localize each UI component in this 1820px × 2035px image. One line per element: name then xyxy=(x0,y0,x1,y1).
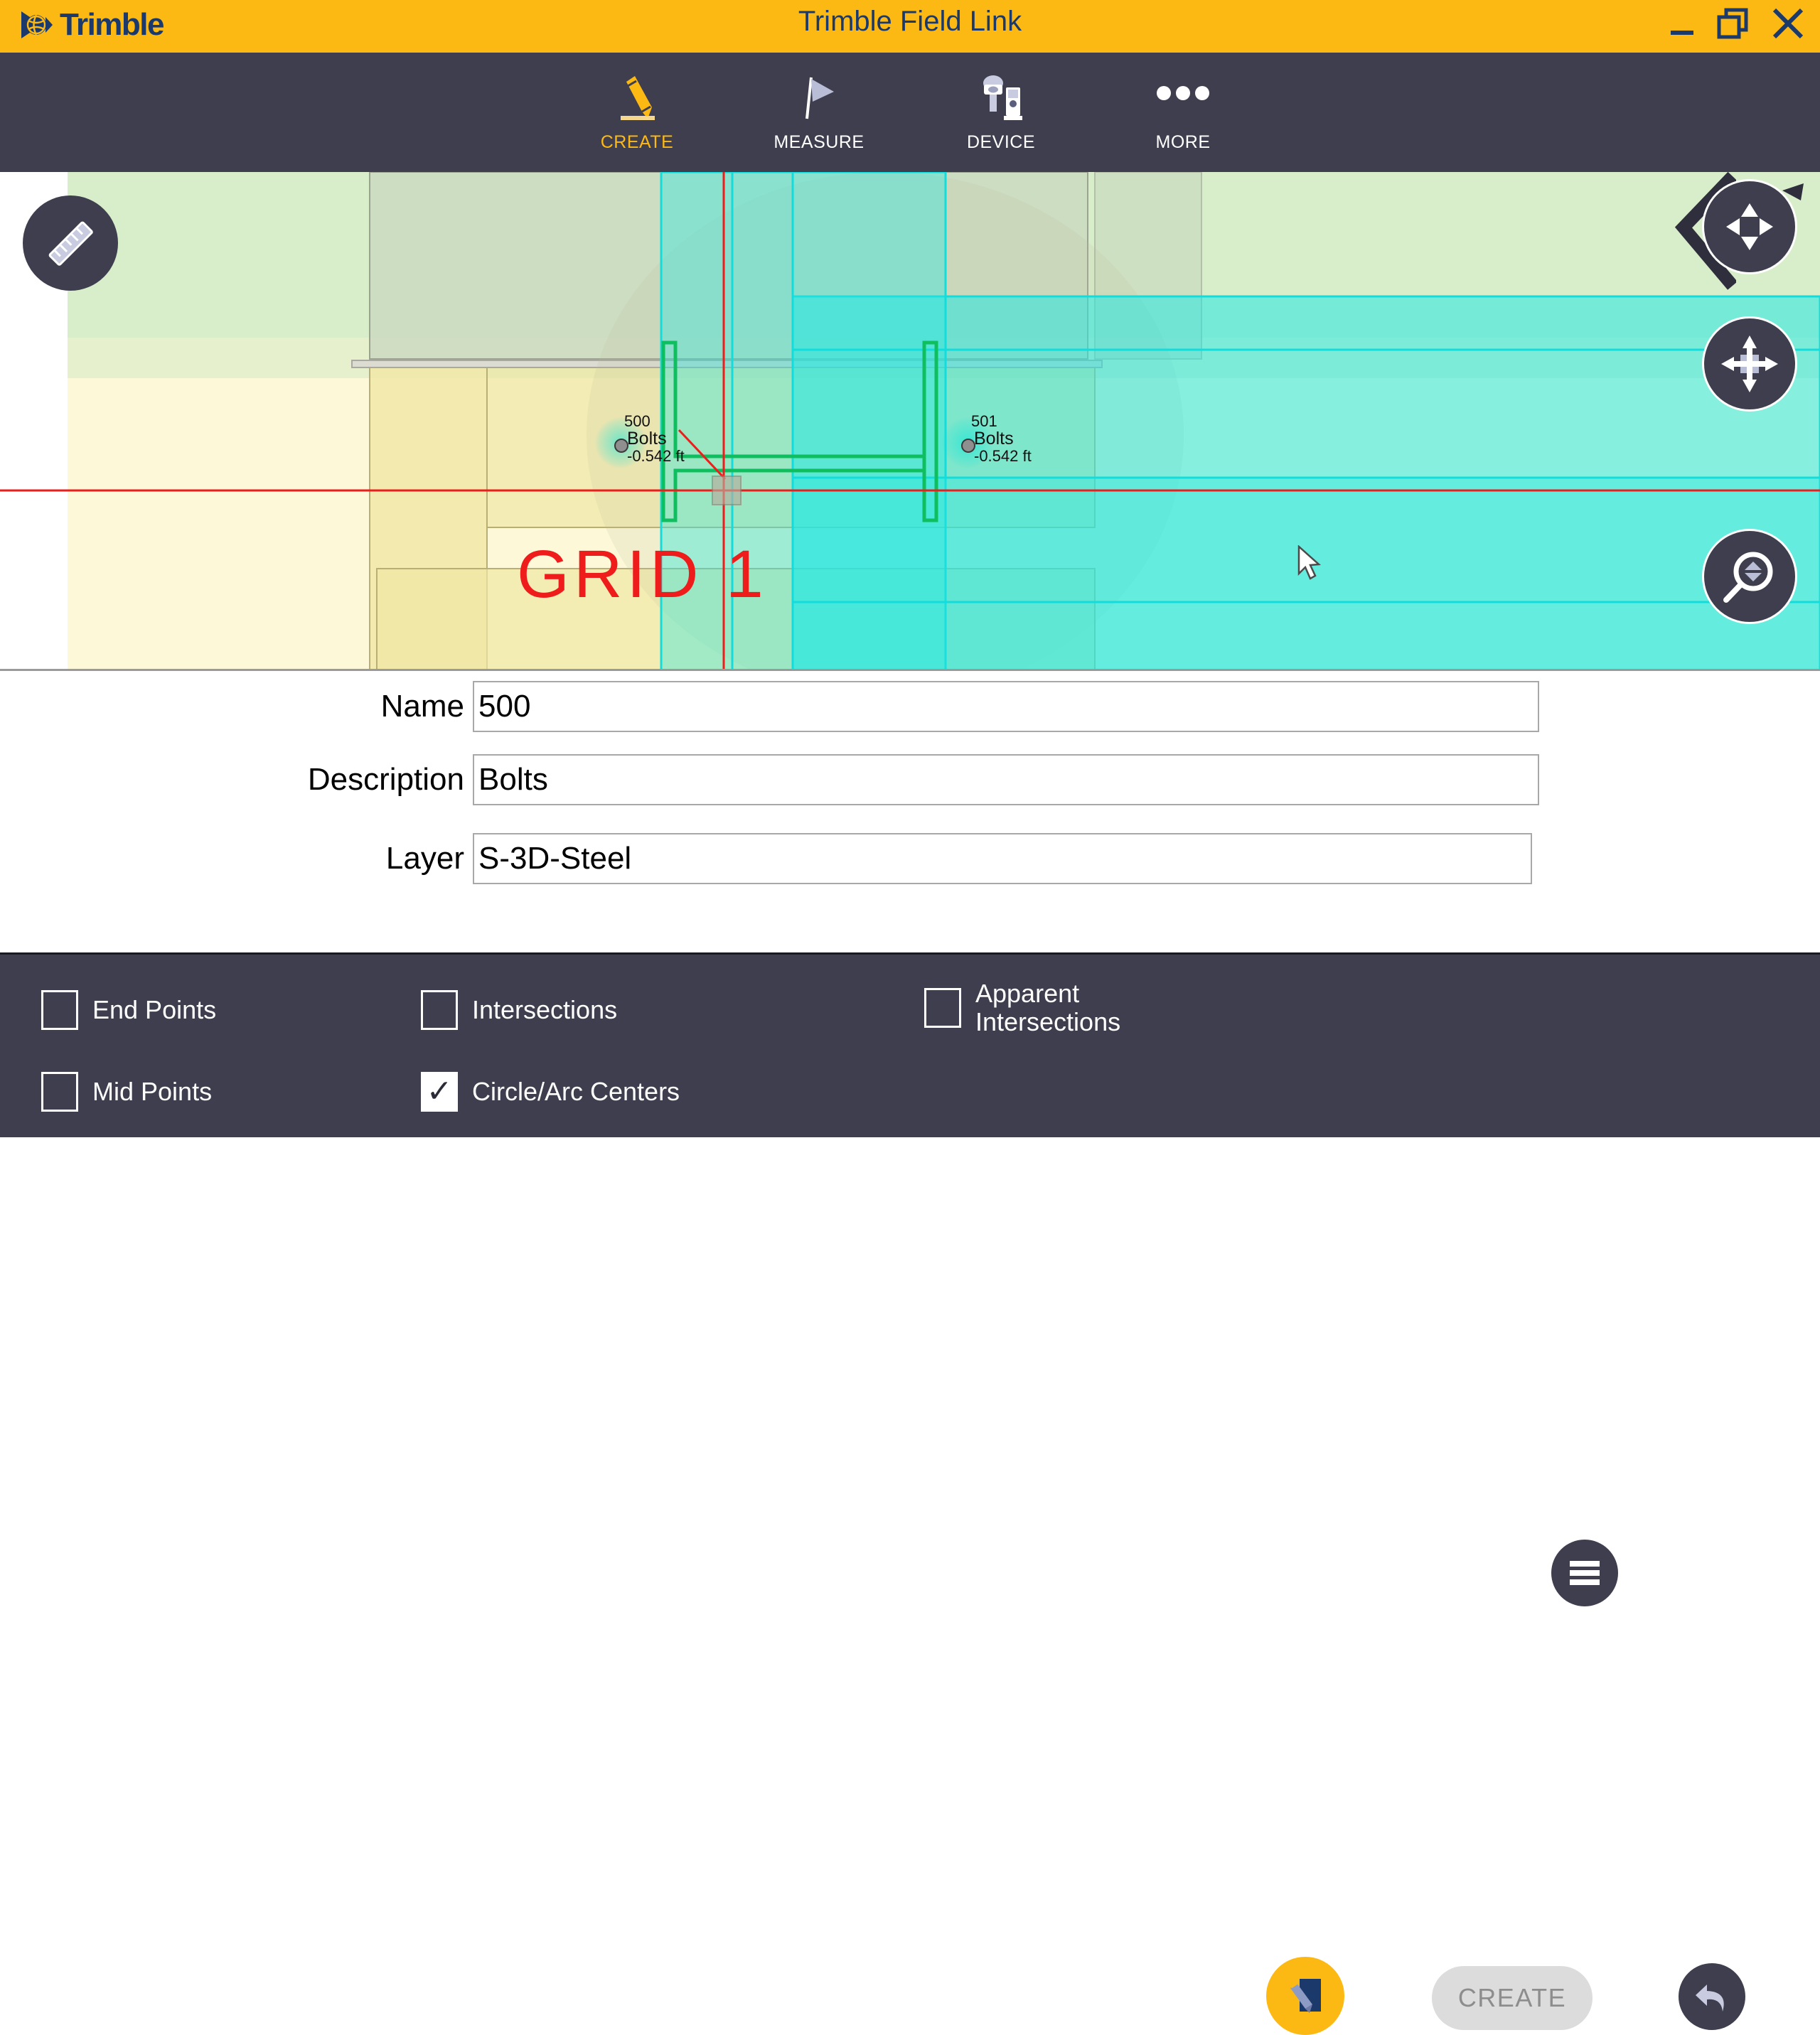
name-field[interactable]: 500 xyxy=(473,681,1539,732)
main-toolbar: CREATE MEASURE DEVICE MORE xyxy=(0,53,1820,172)
description-field[interactable]: Bolts xyxy=(473,754,1539,805)
checkbox-intersections[interactable]: Intersections xyxy=(421,990,617,1030)
checkbox-label: Apparent Intersections xyxy=(975,979,1121,1037)
checkbox-label: Mid Points xyxy=(92,1076,213,1106)
tab-create-label: CREATE xyxy=(600,132,674,152)
checkbox-end-points[interactable]: End Points xyxy=(41,990,216,1030)
checkbox-mid-points[interactable]: Mid Points xyxy=(41,1072,212,1112)
point-marker[interactable] xyxy=(961,439,975,453)
move-crosshair-icon xyxy=(1721,335,1778,392)
tab-device-label: DEVICE xyxy=(966,132,1036,152)
hamburger-menu-icon xyxy=(1570,1561,1600,1585)
undo-button[interactable] xyxy=(1676,1961,1747,2032)
undo-arrow-icon xyxy=(1696,1985,1724,2012)
tab-more[interactable]: MORE xyxy=(1092,53,1274,172)
edit-note-button[interactable] xyxy=(1266,1957,1344,2035)
checkbox-box[interactable] xyxy=(421,990,458,1030)
layer-label: Layer xyxy=(385,841,464,876)
checkbox-box[interactable] xyxy=(924,988,961,1029)
layer-field[interactable]: S-3D-Steel xyxy=(473,833,1532,884)
move-button[interactable] xyxy=(1702,316,1797,412)
checkbox-label: End Points xyxy=(92,994,217,1024)
checkbox-circle-arc-centers[interactable]: ✓ Circle/Arc Centers xyxy=(421,1072,680,1112)
create-button-label: CREATE xyxy=(1457,1983,1567,2012)
point-description: Bolts xyxy=(974,429,1014,449)
minimize-button[interactable] xyxy=(1665,6,1699,41)
ruler-icon xyxy=(48,221,93,266)
point-elevation: -0.542 ft xyxy=(627,447,685,466)
note-pencil-icon xyxy=(1290,1979,1321,2013)
total-station-icon xyxy=(975,68,1027,128)
app-title: Trimble Field Link xyxy=(798,6,1022,37)
form-row-description: Description Bolts xyxy=(0,754,1820,805)
create-button[interactable]: CREATE xyxy=(1430,1964,1595,2032)
point-marker[interactable] xyxy=(614,439,628,453)
restore-button[interactable] xyxy=(1715,4,1753,43)
check-icon: ✓ xyxy=(426,1074,453,1109)
tab-measure-label: MEASURE xyxy=(774,132,864,152)
point-description: Bolts xyxy=(627,429,667,449)
title-bar: Trimble Trimble Field Link xyxy=(0,0,1820,53)
four-way-arrow-icon xyxy=(1726,203,1773,250)
point-number: 501 xyxy=(971,412,997,430)
snap-settings-bar: End Points Intersections Apparent Inters… xyxy=(0,952,1820,2035)
zoom-button[interactable] xyxy=(1702,529,1797,624)
checkbox-box[interactable] xyxy=(41,990,78,1030)
layer-menu-button[interactable] xyxy=(1551,1540,1618,1606)
name-label: Name xyxy=(380,689,464,724)
checkbox-apparent-intersections[interactable]: Apparent Intersections xyxy=(924,979,1230,1037)
tab-device[interactable]: DEVICE xyxy=(910,53,1092,172)
checkbox-label: Circle/Arc Centers xyxy=(472,1076,680,1106)
pencil-icon xyxy=(611,68,663,128)
magnifier-zoom-icon xyxy=(1723,552,1773,603)
close-button[interactable] xyxy=(1769,4,1807,43)
attribute-form: Name 500 Description Bolts Layer S-3D-St… xyxy=(0,673,1820,1606)
ruler-tool-button[interactable] xyxy=(23,195,118,291)
tab-more-label: MORE xyxy=(1155,132,1211,152)
checkbox-box[interactable] xyxy=(41,1072,78,1112)
point-elevation: -0.542 ft xyxy=(974,447,1032,466)
pan-arrows-button[interactable] xyxy=(1702,179,1797,274)
form-row-layer: Layer S-3D-Steel xyxy=(0,833,1820,884)
checkbox-label: Intersections xyxy=(472,994,618,1024)
form-row-name: Name 500 xyxy=(0,681,1820,732)
cad-drawing: GRID 1 xyxy=(0,172,1820,669)
checkbox-box[interactable]: ✓ xyxy=(421,1072,458,1112)
description-label: Description xyxy=(307,762,464,797)
window-controls xyxy=(1665,4,1807,43)
flag-icon xyxy=(793,68,845,128)
cad-viewport[interactable]: GRID 1 500 Bolts -0.542 ft 501 Bolts -0.… xyxy=(0,172,1820,671)
tab-measure[interactable]: MEASURE xyxy=(728,53,910,172)
ellipsis-icon xyxy=(1151,68,1215,128)
svg-text:GRID 1: GRID 1 xyxy=(517,537,768,612)
tab-create[interactable]: CREATE xyxy=(546,53,728,172)
point-number: 500 xyxy=(624,412,651,430)
